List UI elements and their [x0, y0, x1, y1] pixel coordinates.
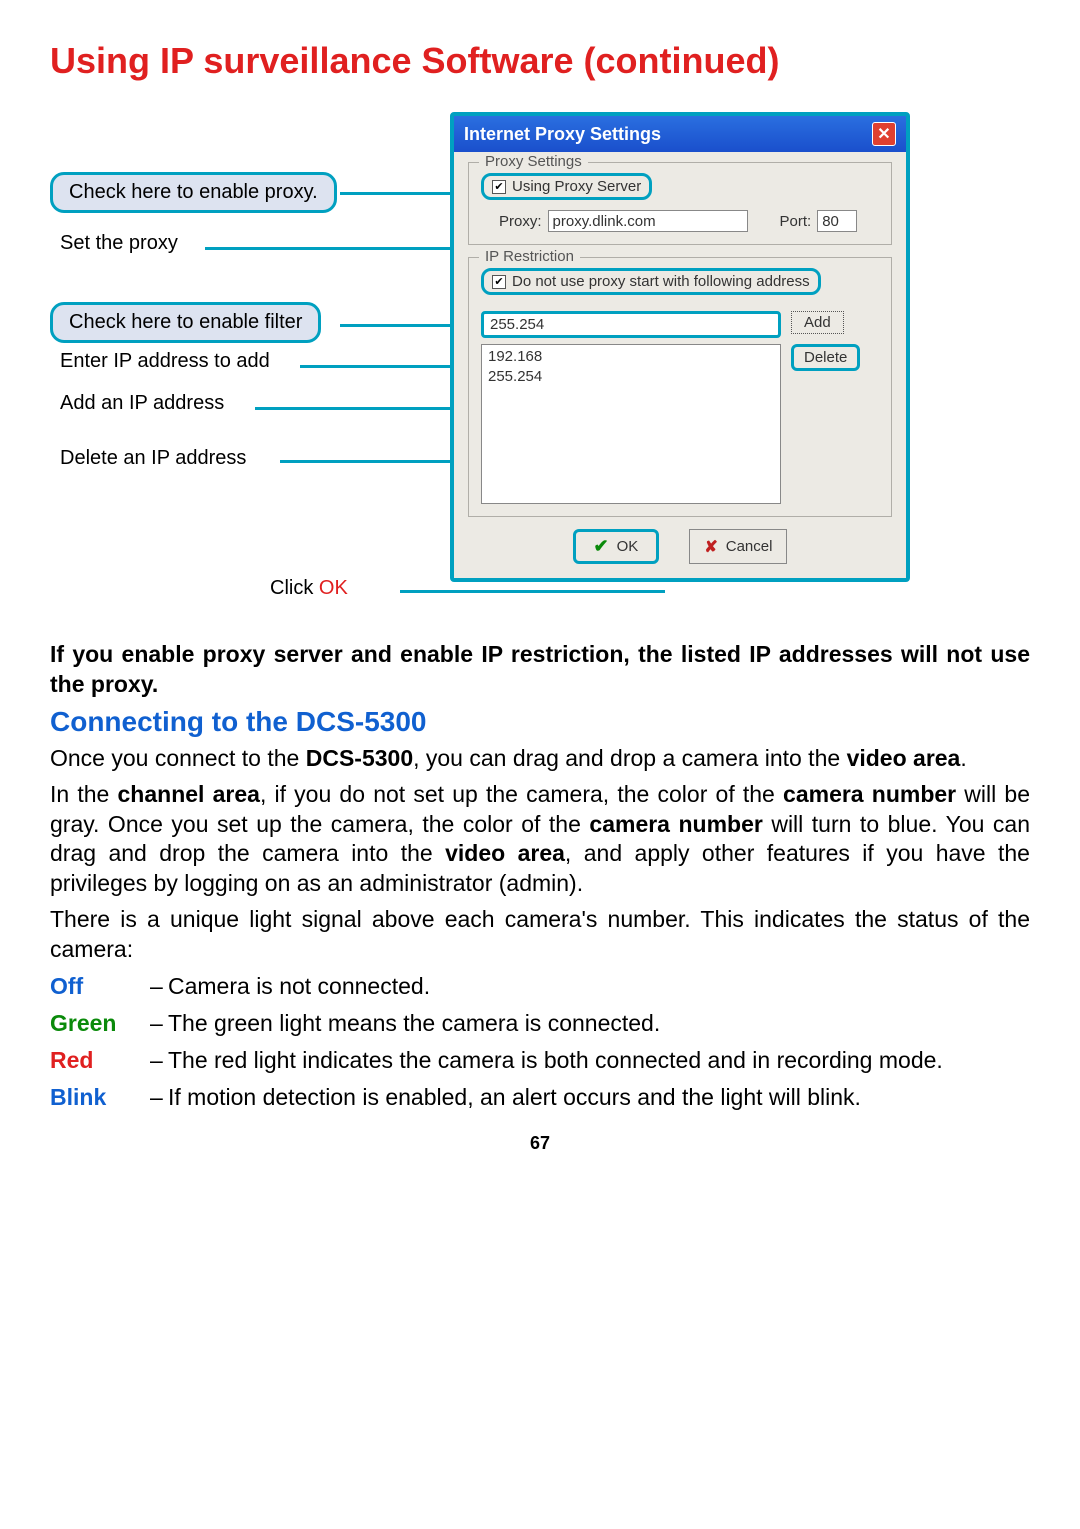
no-proxy-row: ✔ Do not use proxy start with following …	[481, 268, 821, 295]
click-ok-prefix: Click	[270, 577, 319, 599]
using-proxy-label: Using Proxy Server	[512, 178, 641, 195]
dash: –	[150, 1008, 168, 1039]
callout-enable-proxy: Check here to enable proxy.	[50, 172, 337, 213]
ok-button[interactable]: ✔ OK	[573, 529, 660, 564]
connector	[300, 365, 470, 368]
ip-add-input[interactable]: 255.254	[481, 311, 781, 338]
status-row-off: Off – Camera is not connected.	[50, 971, 1030, 1002]
paragraph-channel: In the channel area, if you do not set u…	[50, 780, 1030, 900]
status-row-red: Red – The red light indicates the camera…	[50, 1045, 1030, 1076]
no-proxy-checkbox[interactable]: ✔	[492, 275, 506, 289]
port-input[interactable]: 80	[817, 210, 857, 232]
callout-add-ip: Add an IP address	[60, 392, 224, 415]
ip-add-row: 255.254 Add	[481, 311, 879, 338]
ip-restriction-legend: IP Restriction	[479, 248, 580, 265]
connector	[205, 247, 485, 250]
paragraph-connect: Once you connect to the DCS-5300, you ca…	[50, 744, 1030, 774]
using-proxy-checkbox[interactable]: ✔	[492, 180, 506, 194]
status-key: Green	[50, 1008, 150, 1039]
dash: –	[150, 971, 168, 1002]
callout-enable-filter: Check here to enable filter	[50, 302, 321, 343]
text-bold: DCS-5300	[306, 745, 413, 771]
cancel-button-label: Cancel	[726, 538, 773, 555]
page-number: 67	[50, 1133, 1030, 1154]
status-key: Blink	[50, 1082, 150, 1113]
port-label: Port:	[780, 213, 812, 230]
text: Once you connect to the	[50, 745, 306, 771]
x-icon: ✘	[704, 537, 717, 557]
text-bold: video area	[847, 745, 961, 771]
cancel-button[interactable]: ✘ Cancel	[689, 529, 787, 564]
dialog-body: Proxy Settings ✔ Using Proxy Server Prox…	[454, 152, 906, 578]
status-text: The red light indicates the camera is bo…	[168, 1045, 943, 1076]
proxy-settings-fieldset: Proxy Settings ✔ Using Proxy Server Prox…	[468, 162, 892, 245]
ip-listbox[interactable]: 192.168 255.254	[481, 344, 781, 504]
text: , you can drag and drop a camera into th…	[413, 745, 846, 771]
proxy-input-row: Proxy: proxy.dlink.com Port: 80	[499, 210, 879, 232]
close-button[interactable]: ✕	[872, 122, 896, 146]
list-item[interactable]: 255.254	[488, 367, 774, 387]
delete-button[interactable]: Delete	[791, 344, 860, 371]
status-text: The green light means the camera is conn…	[168, 1008, 660, 1039]
proxy-input[interactable]: proxy.dlink.com	[548, 210, 748, 232]
paragraph-light: There is a unique light signal above eac…	[50, 905, 1030, 965]
section-title: Connecting to the DCS-5300	[50, 706, 1030, 738]
proxy-settings-dialog: Internet Proxy Settings ✕ Proxy Settings…	[450, 112, 910, 582]
status-table: Off – Camera is not connected. Green – T…	[50, 971, 1030, 1113]
text: .	[960, 745, 966, 771]
list-item[interactable]: 192.168	[488, 347, 774, 367]
note-paragraph: If you enable proxy server and enable IP…	[50, 640, 1030, 700]
callout-enter-ip: Enter IP address to add	[60, 350, 270, 373]
status-text: Camera is not connected.	[168, 971, 430, 1002]
click-ok-ok: OK	[319, 577, 348, 599]
close-icon: ✕	[877, 124, 890, 144]
using-proxy-row: ✔ Using Proxy Server	[481, 173, 652, 200]
page-title: Using IP surveillance Software (continue…	[50, 40, 1030, 82]
status-row-green: Green – The green light means the camera…	[50, 1008, 1030, 1039]
connector	[400, 590, 665, 593]
add-button[interactable]: Add	[791, 311, 844, 334]
status-key: Red	[50, 1045, 150, 1076]
callout-click-ok: Click OK	[270, 577, 348, 600]
ip-restriction-fieldset: IP Restriction ✔ Do not use proxy start …	[468, 257, 892, 517]
dialog-buttons: ✔ OK ✘ Cancel	[468, 529, 892, 564]
check-icon: ✔	[594, 536, 609, 557]
proxy-label: Proxy:	[499, 213, 542, 230]
callout-set-proxy: Set the proxy	[60, 232, 178, 255]
status-text: If motion detection is enabled, an alert…	[168, 1082, 861, 1113]
status-key: Off	[50, 971, 150, 1002]
no-proxy-label: Do not use proxy start with following ad…	[512, 273, 810, 290]
status-row-blink: Blink – If motion detection is enabled, …	[50, 1082, 1030, 1113]
dialog-title: Internet Proxy Settings	[464, 124, 661, 145]
dialog-titlebar: Internet Proxy Settings ✕	[454, 116, 906, 152]
proxy-settings-legend: Proxy Settings	[479, 153, 588, 170]
callout-delete-ip: Delete an IP address	[60, 447, 246, 470]
dash: –	[150, 1082, 168, 1113]
dash: –	[150, 1045, 168, 1076]
diagram-container: Check here to enable proxy. Set the prox…	[50, 112, 1030, 632]
ip-list-row: 192.168 255.254 Delete	[481, 344, 879, 504]
ok-button-label: OK	[617, 538, 639, 555]
